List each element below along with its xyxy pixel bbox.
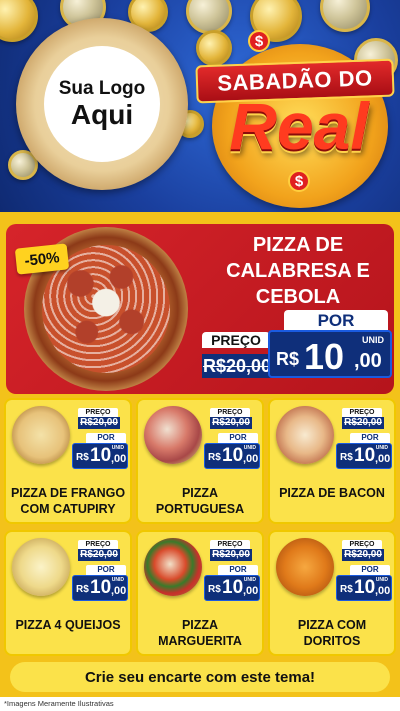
product-card[interactable]: PREÇO R$20,00 POR R$ 10 ,00 UNID PIZZA M…: [136, 530, 264, 656]
price-cents: ,00: [243, 453, 259, 465]
dollar-icon: $: [288, 170, 310, 192]
product-name: PIZZA COM DORITOS: [297, 618, 367, 648]
price-integer: 10: [354, 577, 376, 598]
coin-image: [320, 0, 370, 32]
price-label: PREÇO: [202, 332, 270, 348]
new-price: R$ 10 ,00 UNID: [204, 575, 260, 601]
price-integer: 10: [222, 445, 244, 466]
featured-title: PIZZA DE CALABRESA E CEBOLA: [226, 234, 370, 308]
unit-label: UNID: [375, 577, 388, 583]
price-cents: ,00: [375, 585, 391, 597]
dollar-icon: $: [248, 30, 270, 52]
old-price: R$20,00: [78, 549, 120, 561]
pizza-image: [276, 406, 334, 464]
discount-badge: -50%: [14, 243, 70, 275]
price-cents: ,00: [354, 350, 382, 372]
product-card[interactable]: PREÇO R$20,00 POR R$ 10 ,00 UNID PIZZA D…: [268, 398, 396, 524]
price-integer: 10: [222, 577, 244, 598]
unit-label: UNID: [243, 577, 256, 583]
unit-label: UNID: [111, 577, 124, 583]
product-card[interactable]: PREÇO R$20,00 POR R$ 10 ,00 UNID PIZZA D…: [4, 398, 132, 524]
product-name: PIZZA MARGUERITA: [158, 618, 242, 648]
unit-label: UNID: [111, 445, 124, 451]
logo-placeholder[interactable]: Sua Logo Aqui: [16, 18, 188, 190]
new-price: R$ 10 ,00 UNID: [72, 575, 128, 601]
price-cents: ,00: [111, 453, 127, 465]
old-price: R$20,00: [210, 549, 252, 561]
new-price: R$ 10 ,00 UNID: [268, 330, 392, 378]
campaign-title-main: Real: [204, 86, 394, 166]
price-integer: 10: [90, 445, 112, 466]
currency-symbol: R$: [340, 452, 353, 463]
price-integer: 10: [354, 445, 376, 466]
product-name: PIZZA DE BACON: [279, 486, 385, 500]
pizza-image: [276, 538, 334, 596]
currency-symbol: R$: [276, 349, 300, 369]
product-name: PIZZA DE FRANGO COM CATUPIRY: [10, 486, 126, 516]
coin-image: [186, 0, 232, 34]
coin-image: [196, 30, 232, 66]
pizza-image: [144, 406, 202, 464]
por-label: POR: [350, 565, 390, 575]
product-name: PIZZA PORTUGUESA: [155, 486, 245, 516]
price-label: PREÇO: [342, 408, 382, 417]
coin-image: [0, 0, 38, 42]
por-label: POR: [218, 433, 258, 443]
old-price: R$20,00: [342, 417, 384, 429]
pizza-image: [144, 538, 202, 596]
logo-text-line2: Aqui: [70, 99, 134, 131]
featured-offer[interactable]: -50% PIZZA DE CALABRESA E CEBOLA PREÇO R…: [6, 224, 394, 394]
price-integer: 10: [90, 577, 112, 598]
por-label: POR: [218, 565, 258, 575]
price-label: PREÇO: [78, 408, 118, 417]
currency-symbol: R$: [340, 584, 353, 595]
price-integer: 10: [304, 336, 345, 377]
por-label: POR: [350, 433, 390, 443]
price-label: PREÇO: [78, 540, 118, 549]
product-card[interactable]: PREÇO R$20,00 POR R$ 10 ,00 UNID PIZZA P…: [136, 398, 264, 524]
price-cents: ,00: [111, 585, 127, 597]
old-price: R$20,00: [342, 549, 384, 561]
por-label: POR: [284, 310, 388, 332]
new-price: R$ 10 ,00 UNID: [72, 443, 128, 469]
price-label: PREÇO: [210, 540, 250, 549]
old-price: R$20,00: [78, 417, 120, 429]
product-card[interactable]: PREÇO R$20,00 POR R$ 10 ,00 UNID PIZZA 4…: [4, 530, 132, 656]
pizza-image: [12, 538, 70, 596]
old-price: R$20,00: [202, 354, 272, 378]
unit-label: UNID: [362, 335, 384, 345]
new-price: R$ 10 ,00 UNID: [336, 575, 392, 601]
new-price: R$ 10 ,00 UNID: [204, 443, 260, 469]
unit-label: UNID: [375, 445, 388, 451]
currency-symbol: R$: [208, 452, 221, 463]
price-label: PREÇO: [342, 540, 382, 549]
currency-symbol: R$: [76, 452, 89, 463]
por-label: POR: [86, 565, 126, 575]
price-cents: ,00: [243, 585, 259, 597]
logo-text-line1: Sua Logo: [58, 78, 146, 100]
product-name: PIZZA 4 QUEIJOS: [15, 618, 121, 632]
unit-label: UNID: [243, 445, 256, 451]
product-card[interactable]: PREÇO R$20,00 POR R$ 10 ,00 UNID PIZZA C…: [268, 530, 396, 656]
new-price: R$ 10 ,00 UNID: [336, 443, 392, 469]
header-banner: Sua Logo Aqui $ SABADÃO DO Real $: [0, 0, 400, 212]
pizza-image: [12, 406, 70, 464]
disclaimer-text: *Imagens Meramente Ilustrativas: [0, 697, 400, 711]
old-price: R$20,00: [210, 417, 252, 429]
currency-symbol: R$: [208, 584, 221, 595]
price-cents: ,00: [375, 453, 391, 465]
logo-circle: Sua Logo Aqui: [44, 46, 160, 162]
price-label: PREÇO: [210, 408, 250, 417]
currency-symbol: R$: [76, 584, 89, 595]
por-label: POR: [86, 433, 126, 443]
create-flyer-button[interactable]: Crie seu encarte com este tema!: [10, 662, 390, 692]
campaign-title-real: Real: [229, 89, 369, 163]
